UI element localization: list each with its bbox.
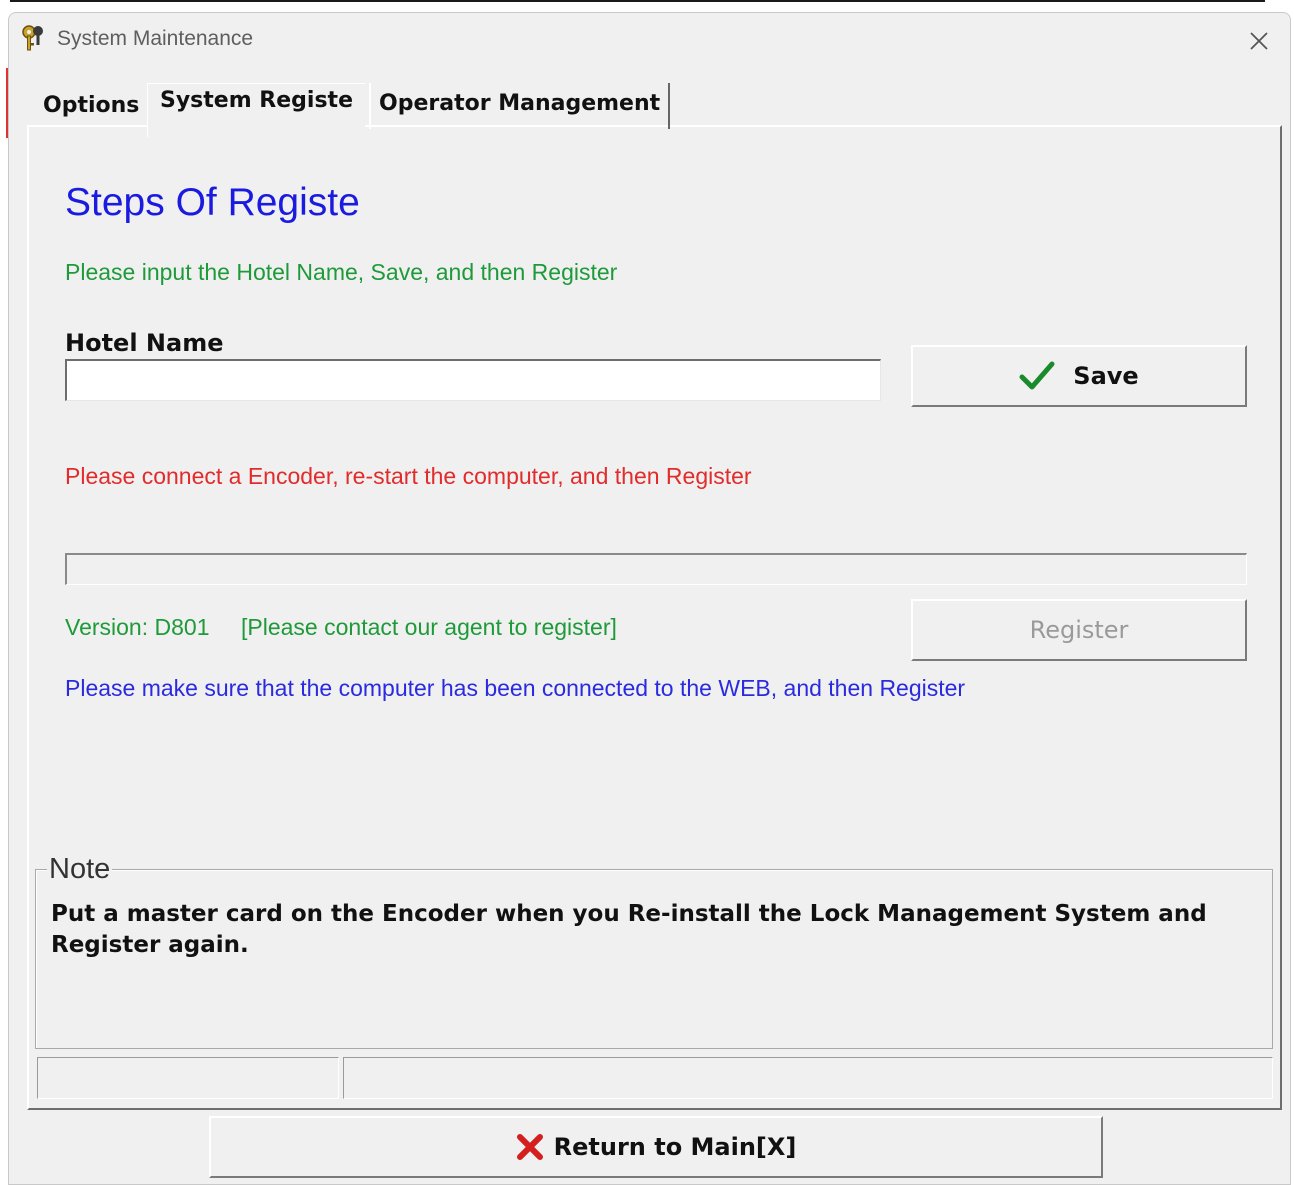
system-maintenance-window: System Maintenance Options System Regist… bbox=[8, 12, 1291, 1185]
top-rule bbox=[10, 0, 1265, 2]
close-icon[interactable] bbox=[1245, 27, 1273, 55]
tab-label: Options bbox=[43, 93, 140, 118]
status-panel-right bbox=[343, 1057, 1273, 1099]
hotel-instruction: Please input the Hotel Name, Save, and t… bbox=[65, 259, 618, 285]
hotel-name-label: Hotel Name bbox=[65, 329, 224, 357]
background-edge bbox=[0, 0, 8, 1185]
tab-label: Operator Management bbox=[379, 91, 661, 116]
tab-label: System Registe bbox=[160, 88, 353, 113]
web-connection-note: Please make sure that the computer has b… bbox=[65, 675, 966, 701]
encoder-warning: Please connect a Encoder, re-start the c… bbox=[65, 463, 752, 489]
return-label: Return to Main[X] bbox=[553, 1133, 797, 1161]
window-title: System Maintenance bbox=[57, 27, 254, 50]
tab-system-registe[interactable]: System Registe bbox=[147, 83, 365, 137]
note-legend: Note bbox=[47, 853, 113, 886]
status-panel-left bbox=[37, 1057, 339, 1099]
note-text: Put a master card on the Encoder when yo… bbox=[51, 901, 1207, 958]
title-bar[interactable]: System Maintenance bbox=[9, 13, 1290, 65]
register-button[interactable]: Register bbox=[911, 599, 1247, 661]
tab-operator-management[interactable]: Operator Management bbox=[369, 83, 671, 129]
register-label: Register bbox=[1029, 616, 1129, 644]
tab-options[interactable]: Options bbox=[31, 89, 151, 131]
contact-agent-text: [Please contact our agent to register] bbox=[241, 614, 617, 640]
steps-heading: Steps Of Registe bbox=[65, 181, 360, 224]
hotel-name-input[interactable] bbox=[65, 359, 881, 401]
return-to-main-button[interactable]: Return to Main[X] bbox=[209, 1116, 1103, 1178]
version-text: Version: D801 bbox=[65, 614, 210, 640]
red-x-icon bbox=[516, 1134, 543, 1160]
save-button[interactable]: Save bbox=[911, 345, 1247, 407]
register-progress-bar bbox=[65, 553, 1247, 585]
save-label: Save bbox=[1073, 362, 1139, 390]
keys-icon bbox=[22, 25, 43, 51]
checkmark-icon bbox=[1019, 361, 1055, 390]
